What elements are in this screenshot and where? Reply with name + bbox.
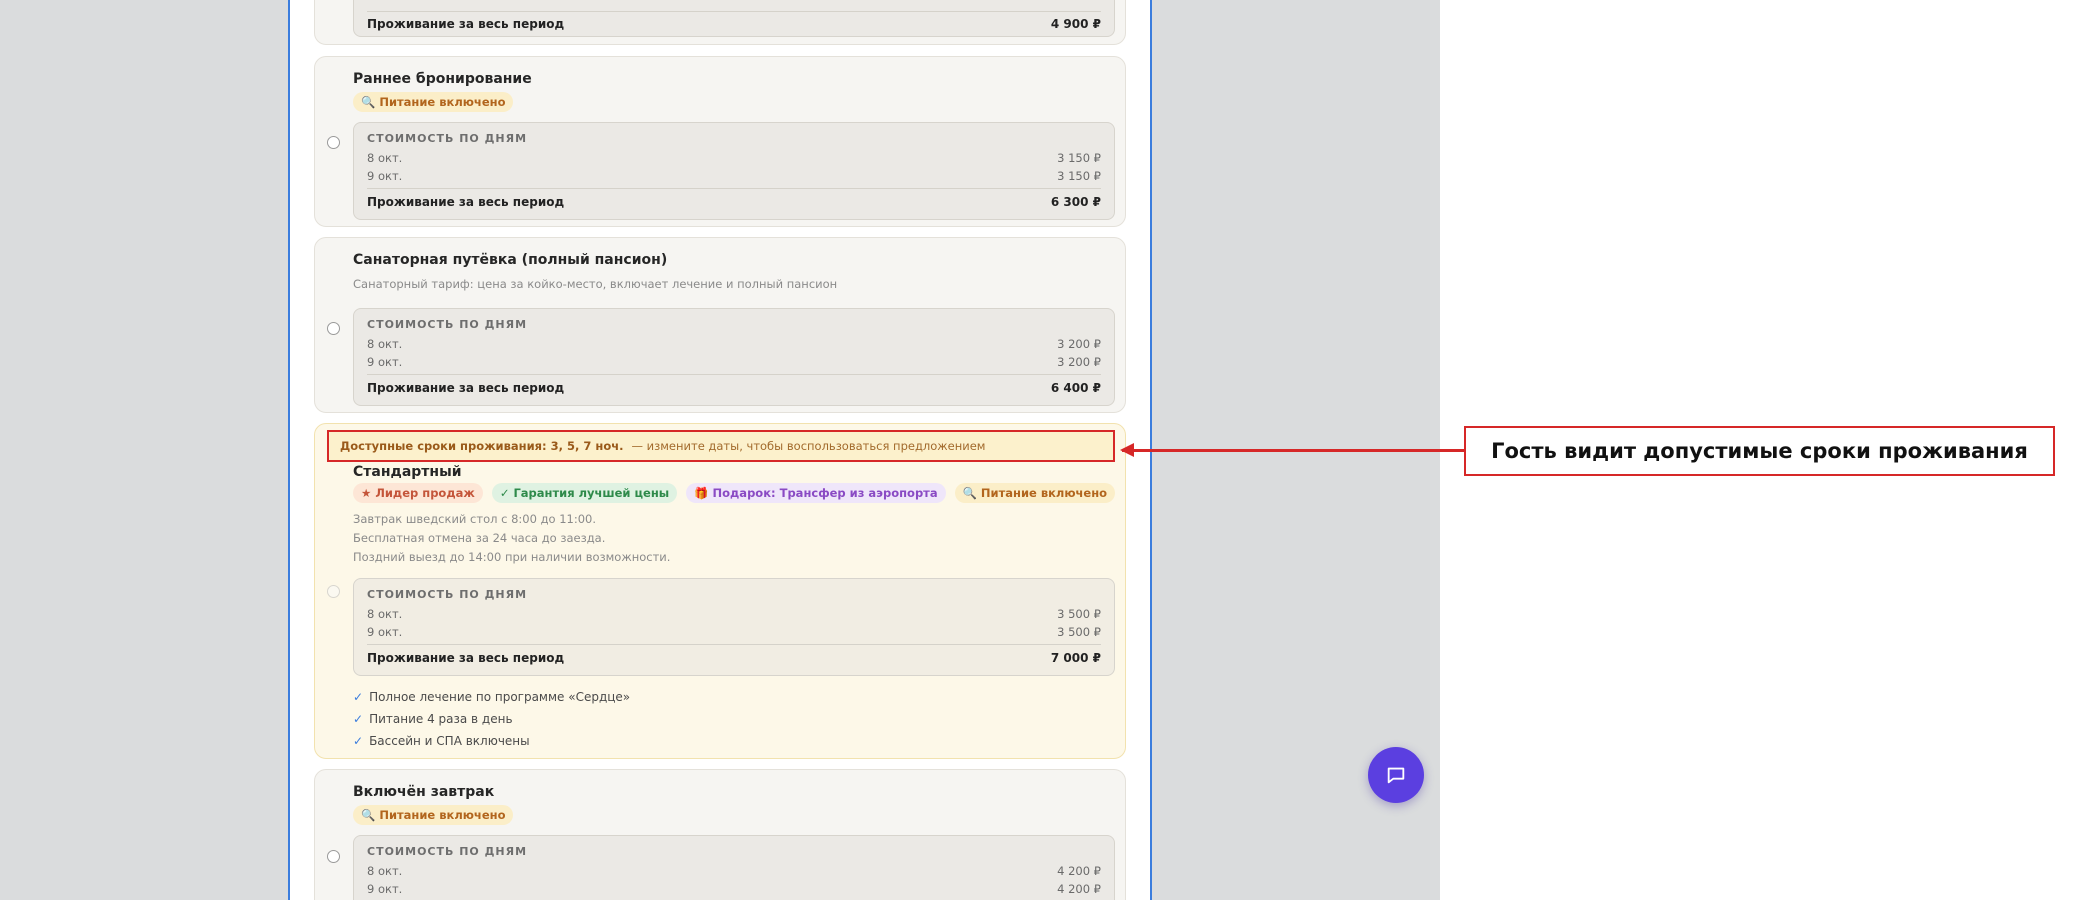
rate-radio[interactable] — [327, 136, 340, 149]
row-price: 3 200 ₽ — [1057, 355, 1101, 369]
breakdown-row: 9 окт. 3 150 ₽ — [367, 169, 1101, 183]
rate-radio-disabled — [327, 585, 340, 598]
rate-badges: ★ Лидер продаж ✓ Гарантия лучшей цены 🎁 … — [353, 483, 1116, 503]
row-price: 3 500 ₽ — [1057, 625, 1101, 639]
row-date: 9 окт. — [367, 882, 403, 896]
rate-card[interactable]: Раннее бронирование 🔍 Питание включено С… — [314, 56, 1126, 227]
row-date: 9 окт. — [367, 625, 403, 639]
total-label: Проживание за весь период — [367, 381, 565, 395]
total-label: Проживание за весь период — [367, 195, 565, 209]
check-icon: ✓ — [353, 690, 364, 704]
price-breakdown: СТОИМОСТЬ ПО ДНЯМ 8 окт. 3 500 ₽ 9 окт. … — [353, 578, 1115, 676]
feature-text: Бассейн и СПА включены — [369, 734, 530, 748]
row-price: 4 200 ₽ — [1057, 882, 1101, 896]
rate-description: Санаторный тариф: цена за койко-место, в… — [353, 277, 838, 291]
breakdown-total: Проживание за весь период 6 300 ₽ — [367, 195, 1101, 209]
breakdown-heading: СТОИМОСТЬ ПО ДНЯМ — [367, 318, 528, 331]
feature-text: Питание 4 раза в день — [369, 712, 513, 726]
rate-description-1: Завтрак шведский стол с 8:00 до 11:00. — [353, 512, 597, 526]
row-price: 4 200 ₽ — [1057, 864, 1101, 878]
chat-button[interactable] — [1368, 747, 1424, 803]
chat-icon — [1387, 767, 1405, 784]
row-date: 9 окт. — [367, 169, 403, 183]
breakdown-row: 8 окт. 3 150 ₽ — [367, 151, 1101, 165]
gift-badge: 🎁 Подарок: Трансфер из аэропорта — [686, 483, 946, 503]
rate-badges: 🔍 Питание включено — [353, 805, 514, 825]
rates-panel[interactable]: Проживание за весь период 4 900 ₽ Раннее… — [288, 0, 1152, 900]
rate-card-unavailable: Доступные сроки проживания: 3, 5, 7 ноч.… — [314, 423, 1126, 759]
row-price: 3 500 ₽ — [1057, 607, 1101, 621]
breakdown-divider — [367, 11, 1101, 12]
breakdown-divider — [367, 644, 1101, 645]
breakdown-row: 8 окт. 3 200 ₽ — [367, 337, 1101, 351]
row-date: 9 окт. — [367, 355, 403, 369]
rate-description-3: Поздний выезд до 14:00 при наличии возмо… — [353, 550, 671, 564]
notice-allowed-nights: Доступные сроки проживания: 3, 5, 7 ноч. — [340, 439, 624, 453]
rate-card[interactable]: Включён завтрак 🔍 Питание включено СТОИМ… — [314, 769, 1126, 900]
price-breakdown: СТОИМОСТЬ ПО ДНЯМ 8 окт. 3 200 ₽ 9 окт. … — [353, 308, 1115, 406]
breakdown-row: 8 окт. 3 500 ₽ — [367, 607, 1101, 621]
annotation-callout: Гость видит допустимые сроки проживания — [1464, 426, 2055, 476]
rate-card: Проживание за весь период 4 900 ₽ — [314, 0, 1126, 45]
rate-title: Раннее бронирование — [353, 71, 532, 87]
row-date: 8 окт. — [367, 607, 403, 621]
row-date: 8 окт. — [367, 864, 403, 878]
feature-text: Полное лечение по программе «Сердце» — [369, 690, 631, 704]
price-breakdown: СТОИМОСТЬ ПО ДНЯМ 8 окт. 3 150 ₽ 9 окт. … — [353, 122, 1115, 220]
breakdown-total: Проживание за весь период 6 400 ₽ — [367, 381, 1101, 395]
annotation-line — [1122, 449, 1464, 452]
row-price: 3 200 ₽ — [1057, 337, 1101, 351]
meal-included-badge: 🔍 Питание включено — [353, 92, 514, 112]
feature-item: ✓ Питание 4 раза в день — [353, 712, 513, 726]
breakdown-total: Проживание за весь период 4 900 ₽ — [367, 17, 1101, 31]
rate-title: Санаторная путёвка (полный пансион) — [353, 252, 668, 268]
total-price: 6 300 ₽ — [1050, 195, 1101, 209]
breakdown-divider — [367, 374, 1101, 375]
row-date: 8 окт. — [367, 151, 403, 165]
notice-hint: — измените даты, чтобы воспользоваться п… — [631, 439, 986, 453]
rate-radio[interactable] — [327, 850, 340, 863]
rate-radio[interactable] — [327, 322, 340, 335]
breakdown-row: 9 окт. 4 200 ₽ — [367, 882, 1101, 896]
breakdown-row: 9 окт. 3 500 ₽ — [367, 625, 1101, 639]
rate-title: Включён завтрак — [353, 784, 495, 800]
total-label: Проживание за весь период — [367, 651, 565, 665]
breakdown-row: 9 окт. 3 200 ₽ — [367, 355, 1101, 369]
row-date: 8 окт. — [367, 337, 403, 351]
rate-card[interactable]: Санаторная путёвка (полный пансион) Сана… — [314, 237, 1126, 413]
total-price: 6 400 ₽ — [1050, 381, 1101, 395]
price-breakdown: СТОИМОСТЬ ПО ДНЯМ 8 окт. 4 200 ₽ 9 окт. … — [353, 835, 1115, 900]
row-price: 3 150 ₽ — [1057, 151, 1101, 165]
total-price: 4 900 ₽ — [1050, 17, 1101, 31]
meal-included-badge: 🔍 Питание включено — [353, 805, 514, 825]
breakdown-total: Проживание за весь период 7 000 ₽ — [367, 651, 1101, 665]
breakdown-heading: СТОИМОСТЬ ПО ДНЯМ — [367, 132, 528, 145]
bestseller-badge: ★ Лидер продаж — [353, 483, 483, 503]
stay-length-notice: Доступные сроки проживания: 3, 5, 7 ноч.… — [327, 430, 1115, 462]
breakdown-divider — [367, 188, 1101, 189]
meal-included-badge: 🔍 Питание включено — [954, 483, 1116, 503]
rate-badges: 🔍 Питание включено — [353, 92, 514, 112]
check-icon: ✓ — [353, 712, 364, 726]
breakdown-row: 8 окт. 4 200 ₽ — [367, 864, 1101, 878]
breakdown-heading: СТОИМОСТЬ ПО ДНЯМ — [367, 845, 528, 858]
breakdown-heading: СТОИМОСТЬ ПО ДНЯМ — [367, 588, 528, 601]
rate-title: Стандартный — [353, 464, 462, 480]
row-price: 3 150 ₽ — [1057, 169, 1101, 183]
feature-item: ✓ Полное лечение по программе «Сердце» — [353, 690, 630, 704]
feature-item: ✓ Бассейн и СПА включены — [353, 734, 530, 748]
check-icon: ✓ — [353, 734, 364, 748]
rate-description-2: Бесплатная отмена за 24 часа до заезда. — [353, 531, 606, 545]
annotation-arrow-icon — [1120, 443, 1134, 457]
best-price-badge: ✓ Гарантия лучшей цены — [491, 483, 678, 503]
total-label: Проживание за весь период — [367, 17, 565, 31]
total-price: 7 000 ₽ — [1050, 651, 1101, 665]
price-breakdown: Проживание за весь период 4 900 ₽ — [353, 0, 1115, 37]
